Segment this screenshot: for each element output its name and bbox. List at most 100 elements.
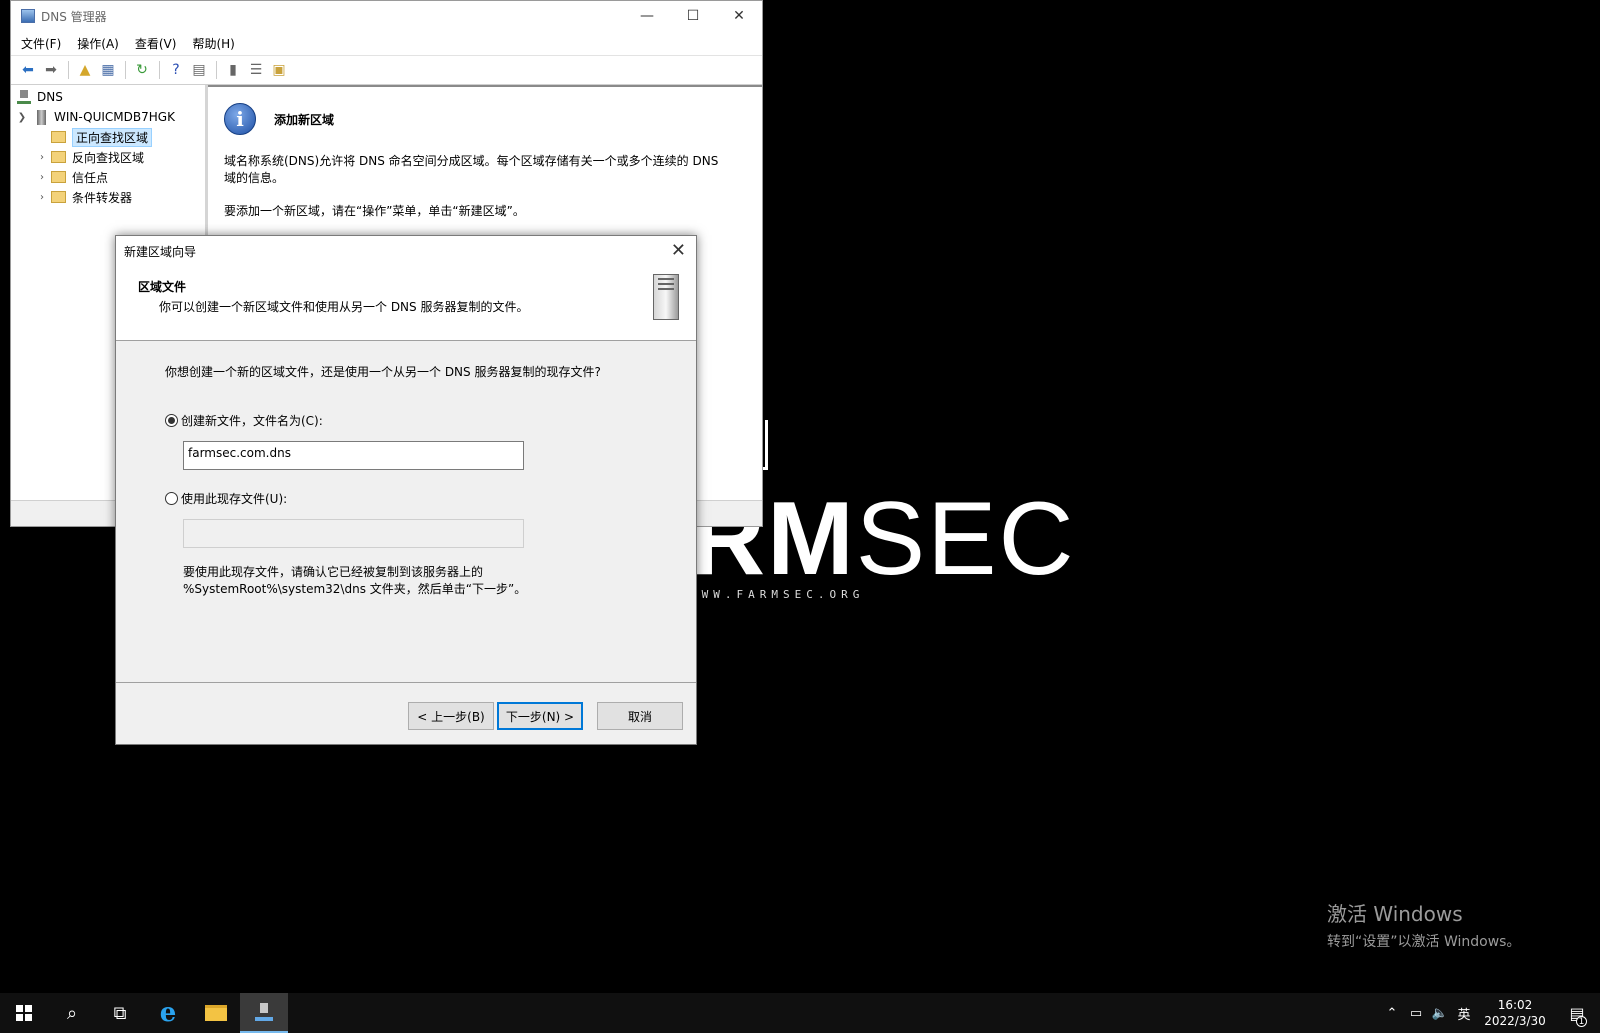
info-paragraph-1: 域名称系统(DNS)允许将 DNS 命名空间分成区域。每个区域存储有关一个或多个… (224, 154, 719, 185)
toolbar: ⬅ ➡ ▲ ▦ ↻ ? ▤ ▮ ☰ ▣ (11, 55, 762, 85)
back-button[interactable]: < 上一步(B) (408, 702, 494, 730)
logo-text-light: SEC (855, 481, 1076, 597)
server-icon (37, 109, 46, 125)
help-icon[interactable]: ? (165, 59, 187, 81)
wizard-titlebar[interactable]: 新建区域向导 ✕ (116, 236, 696, 266)
tree-item-label: 条件转发器 (72, 190, 133, 205)
wizard-note-line-1: 要使用此现存文件，请确认它已经被复制到该服务器上的 (183, 565, 484, 579)
info-paragraph-2: 要添加一个新区域，请在“操作”菜单，单击“新建区域”。 (224, 204, 525, 218)
toolbar-separator (216, 61, 217, 79)
internet-explorer-icon[interactable]: e (144, 993, 192, 1033)
forward-arrow-icon[interactable]: ➡ (40, 59, 62, 81)
radio-create-new-label: 创建新文件，文件名为(C): (181, 414, 323, 428)
ime-indicator[interactable]: 英 (1452, 1004, 1476, 1023)
tree-item-label: 反向查找区域 (72, 150, 145, 165)
toolbar-separator (125, 61, 126, 79)
refresh-icon[interactable]: ↻ (131, 59, 153, 81)
tree-server-label: WIN-QUICMDB7HGK (54, 110, 175, 124)
wizard-header-desc: 你可以创建一个新区域文件和使用从另一个 DNS 服务器复制的文件。 (159, 300, 529, 314)
minimize-button[interactable]: — (624, 1, 670, 31)
tree-item-label: 信任点 (72, 170, 109, 185)
menu-bar: 文件(F) 操作(A) 查看(V) 帮助(H) (11, 31, 762, 55)
info-icon: i (224, 103, 256, 135)
folder-icon (51, 171, 66, 183)
wizard-header-title: 区域文件 (138, 280, 187, 294)
notification-center-icon[interactable]: ▤ 1 (1554, 993, 1600, 1033)
tree-root-label: DNS (37, 90, 63, 104)
new-file-name-input[interactable]: farmsec.com.dns (183, 441, 524, 470)
show-hide-tree-icon[interactable]: ▦ (97, 59, 119, 81)
radio-button-selected[interactable] (165, 414, 178, 427)
tree-item-dns[interactable]: DNS (11, 87, 205, 107)
list-icon[interactable]: ☰ (245, 59, 267, 81)
wizard-footer: < 上一步(B) 下一步(N) > 取消 (116, 682, 696, 744)
wizard-note-line-2: %SystemRoot%\system32\dns 文件夹，然后单击“下一步”。 (183, 582, 527, 596)
activate-windows-watermark: 激活 Windows 转到“设置”以激活 Windows。 (1327, 898, 1520, 951)
activate-title: 激活 Windows (1327, 902, 1463, 926)
notification-badge: 1 (1576, 1016, 1587, 1027)
menu-help[interactable]: 帮助(H) (192, 35, 234, 52)
window-controls: — ☐ ✕ (624, 1, 762, 31)
next-button[interactable]: 下一步(N) > (497, 702, 583, 730)
logo-subtitle: WWW.FARMSEC.ORG (690, 588, 865, 601)
close-icon[interactable]: ✕ (671, 240, 686, 261)
taskbar: ⌕ ⧉ e ⌃ ▭ 🔈 英 16:02 2022/3/30 ▤ 1 (0, 993, 1600, 1033)
tree-item-reverse-zones[interactable]: › 反向查找区域 (11, 147, 205, 167)
dns-root-icon (17, 90, 31, 104)
server-tower-icon (650, 274, 682, 324)
clock-date: 2022/3/30 (1484, 1014, 1546, 1028)
tree-item-label: 正向查找区域 (72, 127, 153, 147)
cancel-button[interactable]: 取消 (597, 702, 683, 730)
dns-manager-taskbar-icon[interactable] (240, 993, 288, 1033)
wizard-body: 你想创建一个新的区域文件，还是使用一个从另一个 DNS 服务器复制的现存文件? … (116, 341, 696, 678)
tree-item-server[interactable]: ❯ WIN-QUICMDB7HGK (11, 107, 205, 127)
file-explorer-icon[interactable] (192, 993, 240, 1033)
back-arrow-icon[interactable]: ⬅ (17, 59, 39, 81)
clock[interactable]: 16:02 2022/3/30 (1476, 997, 1554, 1029)
search-icon[interactable]: ⌕ (48, 993, 96, 1033)
radio-create-new-file[interactable]: 创建新文件，文件名为(C): (165, 412, 696, 429)
clock-time: 16:02 (1497, 998, 1533, 1012)
chevron-up-icon[interactable]: ⌃ (1380, 1006, 1404, 1021)
menu-action[interactable]: 操作(A) (77, 35, 119, 52)
up-folder-icon[interactable]: ▲ (74, 59, 96, 81)
system-tray: ⌃ ▭ 🔈 英 16:02 2022/3/30 ▤ 1 (1380, 993, 1600, 1033)
close-button[interactable]: ✕ (716, 1, 762, 31)
folder-icon (51, 151, 66, 163)
network-icon[interactable]: ▭ (1404, 1006, 1428, 1021)
dns-app-icon (21, 9, 35, 23)
radio-use-existing-file[interactable]: 使用此现存文件(U): (165, 490, 696, 507)
tree-item-forward-zones[interactable]: 正向查找区域 (11, 127, 205, 147)
tree-item-trust-points[interactable]: › 信任点 (11, 167, 205, 187)
task-view-icon[interactable]: ⧉ (96, 993, 144, 1033)
export-icon[interactable]: ▣ (268, 59, 290, 81)
wizard-question: 你想创建一个新的区域文件，还是使用一个从另一个 DNS 服务器复制的现存文件? (165, 365, 601, 379)
radio-button-unselected[interactable] (165, 492, 178, 505)
windows-logo-icon (16, 1005, 32, 1021)
new-zone-wizard-dialog: 新建区域向导 ✕ 区域文件 你可以创建一个新区域文件和使用从另一个 DNS 服务… (115, 235, 697, 745)
tree-item-conditional-forwarders[interactable]: › 条件转发器 (11, 187, 205, 207)
toolbar-separator (159, 61, 160, 79)
dns-titlebar[interactable]: DNS 管理器 — ☐ ✕ (11, 1, 762, 31)
maximize-button[interactable]: ☐ (670, 1, 716, 31)
activate-desc: 转到“设置”以激活 Windows。 (1327, 934, 1521, 950)
properties-icon[interactable]: ▤ (188, 59, 210, 81)
wizard-header: 区域文件 你可以创建一个新区域文件和使用从另一个 DNS 服务器复制的文件。 (116, 266, 696, 341)
speaker-muted-icon[interactable]: 🔈 (1428, 1006, 1452, 1021)
folder-icon (51, 191, 66, 203)
wizard-title: 新建区域向导 (124, 244, 197, 259)
radio-use-existing-label: 使用此现存文件(U): (181, 492, 288, 506)
chevron-down-icon[interactable]: ❯ (15, 112, 29, 123)
menu-file[interactable]: 文件(F) (21, 35, 61, 52)
server-icon[interactable]: ▮ (222, 59, 244, 81)
chevron-right-icon[interactable]: › (35, 172, 49, 183)
existing-file-name-input[interactable] (183, 519, 524, 548)
folder-icon (51, 131, 66, 143)
chevron-right-icon[interactable]: › (35, 152, 49, 163)
wizard-note: 要使用此现存文件，请确认它已经被复制到该服务器上的 %SystemRoot%\s… (183, 564, 696, 598)
menu-view[interactable]: 查看(V) (135, 35, 177, 52)
info-header: i 添加新区域 (224, 103, 746, 135)
chevron-right-icon[interactable]: › (35, 192, 49, 203)
start-button[interactable] (0, 993, 48, 1033)
toolbar-separator (68, 61, 69, 79)
